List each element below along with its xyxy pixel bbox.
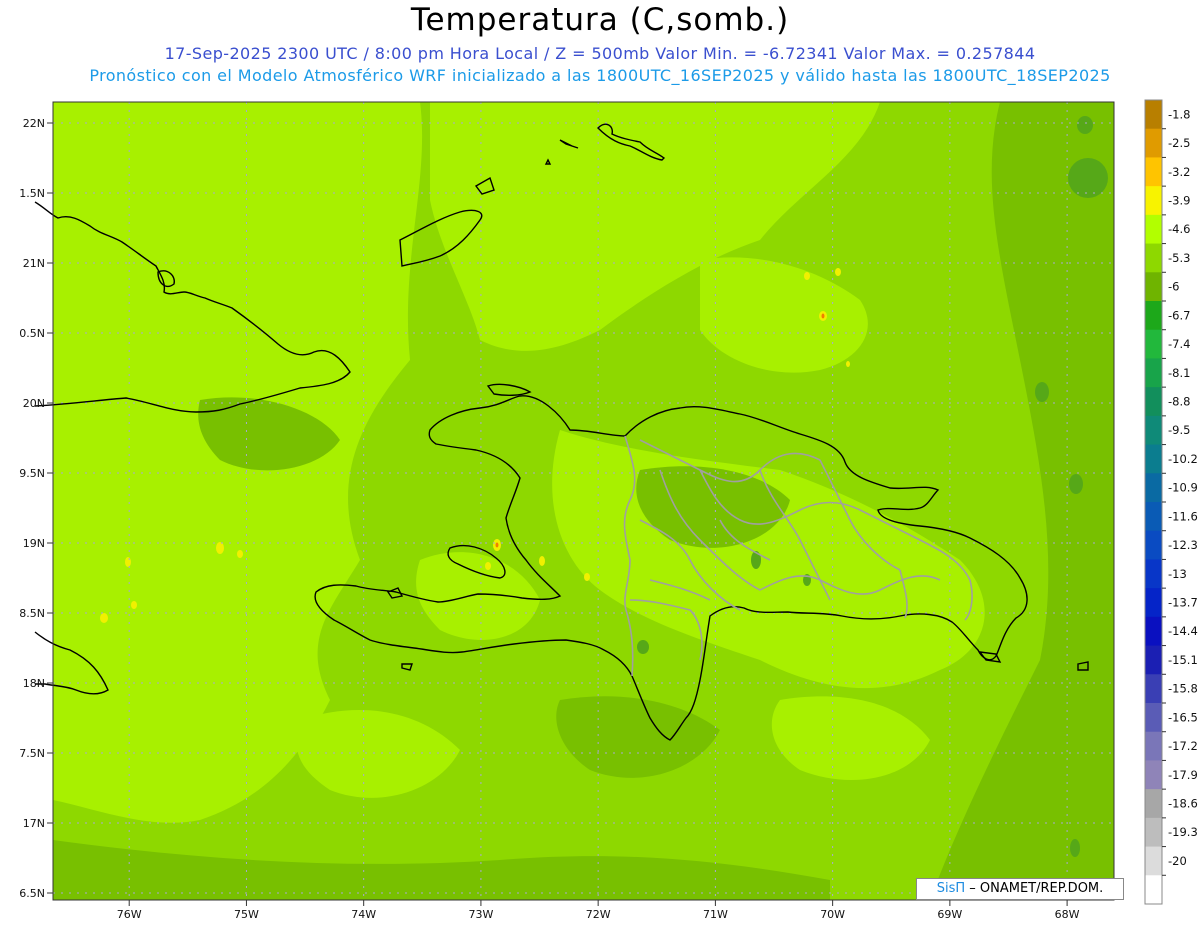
colorbar-swatch bbox=[1145, 186, 1162, 216]
colorbar-swatch bbox=[1145, 645, 1162, 675]
colorbar-swatch bbox=[1145, 415, 1162, 446]
colorbar-swatch bbox=[1145, 329, 1162, 359]
colorbar-swatch bbox=[1145, 760, 1162, 790]
lon-label: 69W bbox=[937, 908, 962, 921]
lat-label: 18N bbox=[23, 677, 45, 690]
colorbar-swatch bbox=[1145, 616, 1162, 647]
colorbar-swatch bbox=[1145, 530, 1162, 560]
colorbar-label: -18.6 bbox=[1168, 797, 1198, 811]
colorbar-label: -1.8 bbox=[1168, 107, 1190, 121]
lat-label: 20N bbox=[23, 397, 45, 410]
colorbar-label: -15.8 bbox=[1168, 682, 1198, 696]
colorbar-swatch bbox=[1145, 703, 1162, 733]
colorbar-label: -5.3 bbox=[1168, 251, 1190, 265]
colorbar-swatch bbox=[1145, 817, 1162, 848]
colorbar-swatch bbox=[1145, 846, 1162, 876]
credit-box: SisΠ – ONAMET/REP.DOM. bbox=[916, 878, 1124, 900]
colorbar-label: -6.7 bbox=[1168, 308, 1190, 322]
colorbar-label: -17.2 bbox=[1168, 739, 1198, 753]
colorbar-swatch bbox=[1145, 588, 1162, 618]
temperature-map: 22N 1.5N 21N 0.5N 20N 9.5N 19N 8.5N 18N 7.5N 17N 6.… bbox=[19, 99, 1198, 921]
lon-label: 74W bbox=[351, 908, 376, 921]
colorbar-label: -8.1 bbox=[1168, 366, 1190, 380]
colorbar-label: -12.3 bbox=[1168, 538, 1198, 552]
colorbar-label: -7.4 bbox=[1168, 337, 1190, 351]
colorbar-swatch bbox=[1145, 875, 1162, 905]
colorbar-label: -13 bbox=[1168, 567, 1187, 581]
lat-label: 17N bbox=[23, 817, 45, 830]
lon-label: 71W bbox=[703, 908, 728, 921]
colorbar-swatch bbox=[1145, 789, 1162, 819]
colorbar-label: -15.1 bbox=[1168, 653, 1198, 667]
lon-label: 68W bbox=[1055, 908, 1080, 921]
colorbar-label: -3.2 bbox=[1168, 165, 1190, 179]
lon-label: 70W bbox=[820, 908, 845, 921]
colorbar-swatch bbox=[1145, 214, 1162, 245]
colorbar-label: -3.9 bbox=[1168, 194, 1190, 208]
colorbar-swatch bbox=[1145, 502, 1162, 532]
lon-label: 76W bbox=[117, 908, 142, 921]
colorbar: -1.8 -2.5 -3.2 -3.9 -4.6 -5.3 -6 -6.7 -7.4 -8.1 -8… bbox=[1144, 99, 1198, 905]
lat-label: 9.5N bbox=[19, 467, 45, 480]
sispi-logo-text: SisΠ bbox=[936, 881, 966, 896]
lat-label: 8.5N bbox=[19, 607, 45, 620]
lat-label: 21N bbox=[23, 257, 45, 270]
colorbar-label: -10.2 bbox=[1168, 452, 1198, 466]
lon-label: 73W bbox=[468, 908, 493, 921]
lat-label: 6.5N bbox=[19, 887, 45, 900]
colorbar-swatch bbox=[1145, 731, 1162, 761]
colorbar-label: -11.6 bbox=[1168, 509, 1198, 523]
lon-label: 72W bbox=[586, 908, 611, 921]
colorbar-label: -6 bbox=[1168, 280, 1179, 294]
colorbar-swatch bbox=[1145, 128, 1162, 158]
lat-label: 22N bbox=[23, 117, 45, 130]
colorbar-swatch bbox=[1145, 674, 1162, 704]
colorbar-swatch bbox=[1145, 243, 1162, 273]
lat-label: 19N bbox=[23, 537, 45, 550]
colorbar-swatch bbox=[1145, 473, 1162, 503]
colorbar-swatch bbox=[1145, 387, 1162, 417]
colorbar-label: -4.6 bbox=[1168, 222, 1190, 236]
colorbar-label: -19.3 bbox=[1168, 825, 1198, 839]
colorbar-swatch bbox=[1145, 272, 1162, 302]
colorbar-swatch bbox=[1145, 100, 1162, 130]
colorbar-swatch bbox=[1145, 444, 1162, 474]
lat-label: 7.5N bbox=[19, 747, 45, 760]
lat-label: 0.5N bbox=[19, 327, 45, 340]
colorbar-label: -10.9 bbox=[1168, 481, 1198, 495]
colorbar-label: -17.9 bbox=[1168, 768, 1198, 782]
colorbar-label: -20 bbox=[1168, 854, 1187, 868]
colorbar-label: -13.7 bbox=[1168, 596, 1198, 610]
lat-label: 1.5N bbox=[19, 187, 45, 200]
temperature-field bbox=[53, 102, 1114, 900]
colorbar-label: -16.5 bbox=[1168, 710, 1198, 724]
colorbar-label: -8.8 bbox=[1168, 395, 1190, 409]
colorbar-label: -2.5 bbox=[1168, 136, 1190, 150]
colorbar-label: -9.5 bbox=[1168, 423, 1190, 437]
colorbar-swatch bbox=[1145, 157, 1162, 187]
credit-text: – ONAMET/REP.DOM. bbox=[965, 881, 1104, 896]
lon-label: 75W bbox=[234, 908, 259, 921]
colorbar-swatch bbox=[1145, 301, 1162, 331]
colorbar-swatch bbox=[1145, 559, 1162, 589]
colorbar-label: -14.4 bbox=[1168, 624, 1198, 638]
colorbar-swatch bbox=[1145, 358, 1162, 388]
